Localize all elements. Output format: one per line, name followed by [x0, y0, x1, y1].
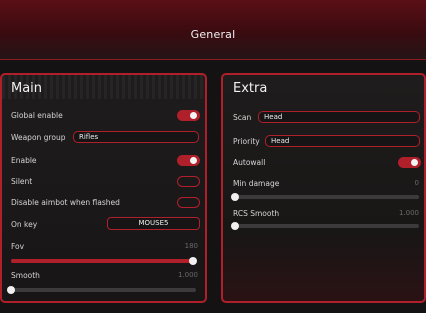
- extra-panel-title: Extra: [233, 81, 268, 96]
- main-panel: Main Global enable Weapon group Rifles E…: [0, 73, 207, 303]
- weapon-group-label: Weapon group: [11, 133, 66, 142]
- min-damage-slider[interactable]: [231, 193, 419, 201]
- header: General: [0, 0, 426, 60]
- smooth-slider[interactable]: [7, 286, 196, 294]
- fov-slider[interactable]: [11, 257, 197, 265]
- autowall-toggle[interactable]: [398, 157, 421, 168]
- smooth-value: 1.000: [177, 271, 198, 279]
- fov-label: Fov: [11, 242, 25, 251]
- fov-value: 180: [184, 242, 198, 250]
- slider-fill: [11, 259, 193, 263]
- scan-select[interactable]: Head: [258, 111, 420, 123]
- silent-label: Silent: [11, 177, 33, 186]
- smooth-label: Smooth: [11, 271, 40, 280]
- slider-thumb[interactable]: [231, 193, 239, 201]
- priority-select[interactable]: Head: [265, 135, 420, 147]
- on-key-label: On key: [11, 220, 38, 229]
- global-enable-toggle[interactable]: [177, 110, 200, 121]
- enable-label: Enable: [11, 156, 37, 165]
- toggle-knob: [411, 159, 418, 166]
- slider-thumb[interactable]: [231, 222, 239, 230]
- slider-thumb[interactable]: [7, 286, 15, 294]
- priority-label: Priority: [233, 137, 260, 146]
- silent-toggle[interactable]: [177, 176, 200, 187]
- global-enable-label: Global enable: [11, 111, 63, 120]
- slider-thumb[interactable]: [189, 257, 197, 265]
- scan-label: Scan: [233, 113, 252, 122]
- min-damage-value: 0: [414, 179, 419, 187]
- min-damage-label: Min damage: [233, 179, 280, 188]
- autowall-label: Autowall: [233, 158, 266, 167]
- disable-flashed-toggle[interactable]: [177, 197, 200, 208]
- enable-toggle[interactable]: [177, 155, 200, 166]
- main-panel-title: Main: [11, 81, 43, 96]
- toggle-knob: [190, 157, 197, 164]
- weapon-group-select[interactable]: Rifles: [73, 131, 199, 143]
- rcs-smooth-slider[interactable]: [231, 222, 419, 230]
- header-title: General: [190, 28, 236, 41]
- toggle-knob: [190, 112, 197, 119]
- disable-flashed-label: Disable aimbot when flashed: [11, 198, 120, 207]
- on-key-button[interactable]: MOUSE5: [107, 217, 200, 230]
- rcs-smooth-label: RCS Smooth: [233, 209, 280, 218]
- extra-panel: Extra Scan Head Priority Head Autowall M…: [221, 73, 426, 303]
- rcs-smooth-value: 1.000: [398, 209, 419, 217]
